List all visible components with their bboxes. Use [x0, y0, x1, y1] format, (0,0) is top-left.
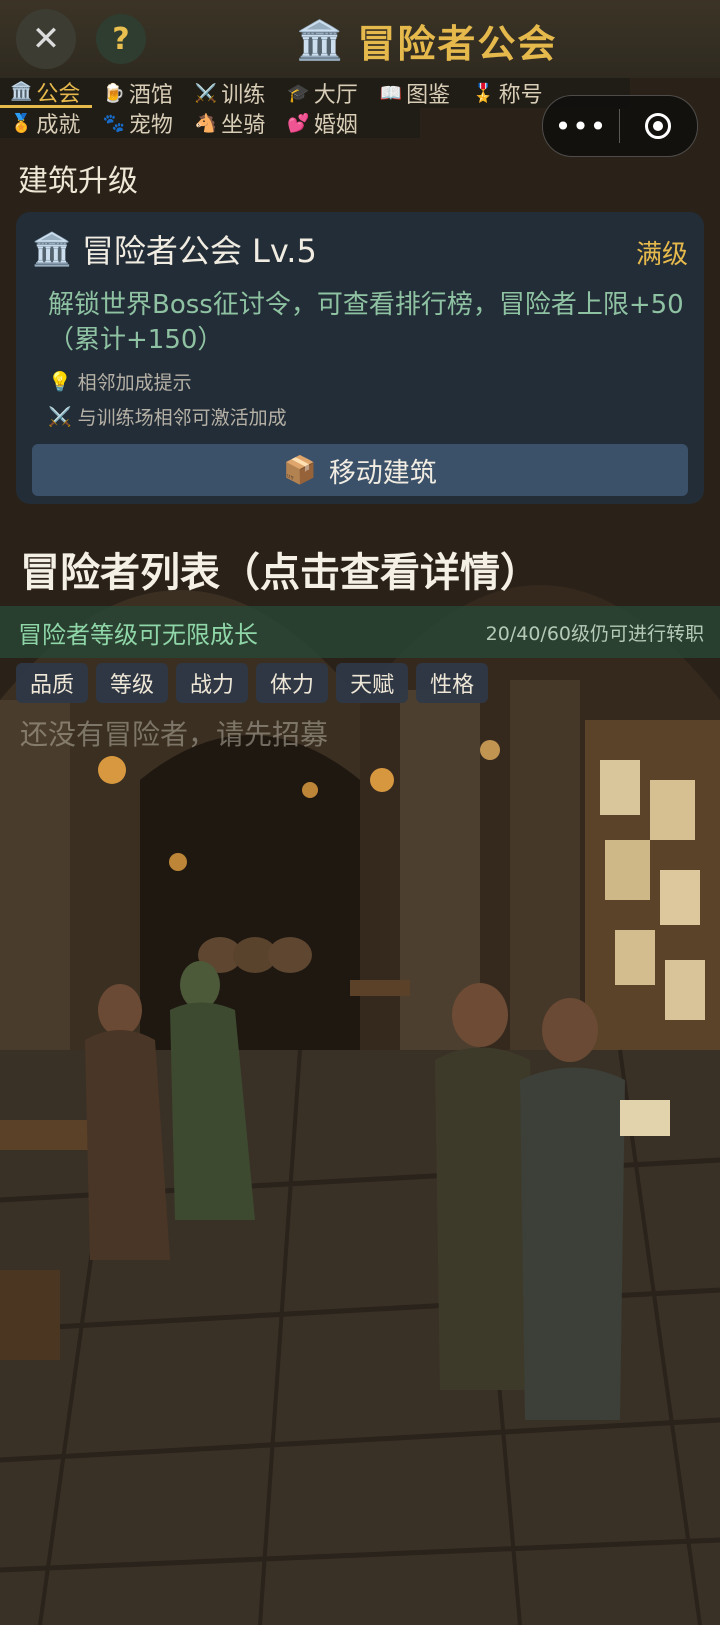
target-icon [645, 113, 671, 139]
filter-stamina[interactable]: 体力 [256, 663, 329, 703]
tab-marriage[interactable]: 💕 婚姻 [277, 108, 369, 139]
guild-building-icon: 🏛️ [296, 17, 346, 62]
tab-achievements[interactable]: 🏅 成就 [0, 108, 92, 139]
sort-filters: 品质 等级 战力 体力 天赋 性格 [16, 663, 489, 703]
close-icon: ✕ [31, 19, 61, 59]
adjacency-hint: 💡 相邻加成提示 [32, 368, 688, 395]
more-menu-button[interactable]: ••• [543, 110, 619, 143]
empty-list-message: 还没有冒险者，请先招募 [20, 718, 329, 751]
crossed-swords-icon: ⚔️ [48, 406, 72, 429]
tab-label: 图鉴 [406, 83, 451, 108]
move-building-label: 移动建筑 [328, 457, 437, 489]
tab-label: 称号 [498, 83, 543, 108]
question-icon: ? [112, 21, 130, 57]
hearts-icon: 💕 [287, 112, 310, 134]
tab-row-1: 🏛️ 公会 🍺 酒馆 ⚔️ 训练 🎓 大厅 📖 图鉴 🎖️ 称号 [0, 78, 630, 108]
adjacency-detail: ⚔️ 与训练场相邻可激活加成 [32, 403, 688, 430]
growth-info-text: 冒险者等级可无限成长 [18, 620, 258, 649]
tab-guild[interactable]: 🏛️ 公会 [0, 78, 93, 108]
building-card: 🏛️ 冒险者公会 Lv.5 满级 解锁世界Boss征讨令，可查看排行榜，冒险者上… [16, 212, 704, 504]
paw-icon: 🐾 [102, 112, 125, 134]
tab-training[interactable]: ⚔️ 训练 [185, 78, 277, 109]
tab-label: 训练 [221, 83, 266, 108]
filter-quality[interactable]: 品质 [16, 663, 89, 703]
tab-label: 宠物 [128, 113, 173, 138]
box-icon: 📦 [283, 455, 317, 487]
filter-power[interactable]: 战力 [176, 663, 249, 703]
tab-label: 酒馆 [128, 83, 173, 108]
adjacency-detail-text: 与训练场相邻可激活加成 [77, 407, 287, 430]
guild-building-icon: 🏛️ [32, 230, 72, 268]
medal-icon: 🏅 [10, 112, 33, 134]
tab-label: 成就 [36, 113, 81, 138]
miniprogram-capsule: ••• [542, 95, 698, 157]
adjacency-hint-text: 相邻加成提示 [77, 372, 192, 395]
tab-codex[interactable]: 📖 图鉴 [370, 78, 462, 109]
tab-pets[interactable]: 🐾 宠物 [92, 108, 184, 139]
book-icon: 📖 [379, 82, 403, 104]
tab-label: 婚姻 [313, 113, 358, 138]
tab-hall[interactable]: 🎓 大厅 [277, 78, 369, 109]
tab-label: 大厅 [313, 83, 358, 108]
lightbulb-icon: 💡 [48, 371, 72, 394]
tab-tavern[interactable]: 🍺 酒馆 [92, 78, 184, 109]
page-title: 🏛️ 冒险者公会 [296, 14, 557, 66]
building-name: 冒险者公会 Lv.5 [81, 232, 317, 270]
close-button[interactable]: ✕ [16, 9, 76, 69]
help-button[interactable]: ? [96, 14, 146, 64]
medal-ribbon-icon: 🎖️ [472, 82, 495, 104]
top-bar: ✕ ? 🏛️ 冒险者公会 [0, 0, 720, 78]
filter-level[interactable]: 等级 [96, 663, 169, 703]
tab-label: 坐骑 [221, 113, 266, 138]
more-dots-icon: ••• [554, 109, 608, 143]
move-building-button[interactable]: 📦 移动建筑 [32, 444, 688, 497]
section-label-building-upgrade: 建筑升级 [18, 164, 138, 199]
tab-titles[interactable]: 🎖️ 称号 [462, 78, 554, 109]
adventurer-list-heading: 冒险者列表（点击查看详情） [20, 550, 540, 596]
tab-mounts[interactable]: 🐴 坐骑 [185, 108, 277, 139]
horse-icon: 🐴 [194, 112, 218, 134]
graduation-cap-icon: 🎓 [287, 82, 310, 104]
tab-row-2: 🏅 成就 🐾 宠物 🐴 坐骑 💕 婚姻 [0, 108, 420, 138]
beer-icon: 🍺 [102, 82, 125, 104]
crossed-swords-icon: ⚔️ [194, 82, 218, 104]
growth-info-bar: 冒险者等级可无限成长 20/40/60级仍可进行转职 [0, 606, 720, 658]
max-level-badge: 满级 [635, 240, 688, 270]
guild-icon: 🏛️ [10, 81, 33, 102]
filter-talent[interactable]: 天赋 [336, 663, 409, 703]
exit-miniprogram-button[interactable] [620, 113, 696, 139]
page-title-text: 冒险者公会 [357, 21, 558, 66]
building-title: 🏛️ 冒险者公会 Lv.5 [32, 226, 688, 272]
filter-personality[interactable]: 性格 [416, 663, 489, 703]
building-description: 解锁世界Boss征讨令，可查看排行榜，冒险者上限+50（累计+150） [48, 290, 684, 356]
tab-label: 公会 [36, 81, 81, 107]
class-change-info: 20/40/60级仍可进行转职 [485, 622, 704, 645]
